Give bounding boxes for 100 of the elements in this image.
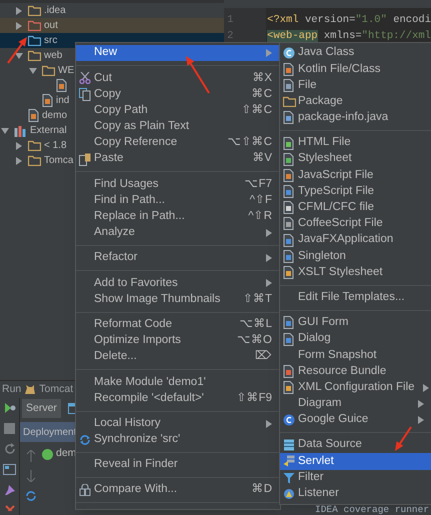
menu-item[interactable]: CoffeeScript File bbox=[280, 216, 431, 232]
tree-item-label[interactable]: src bbox=[44, 36, 58, 46]
shortcut-label: ⌘X bbox=[252, 72, 272, 84]
run-config-label[interactable]: Tomcat bbox=[39, 382, 74, 398]
menu-item[interactable]: Edit File Templates... bbox=[280, 290, 431, 306]
tree-item-label[interactable]: ind bbox=[56, 96, 70, 106]
database-icon bbox=[283, 439, 295, 452]
menu-item[interactable]: GUI Form bbox=[280, 314, 431, 331]
file-icon bbox=[283, 136, 294, 150]
file-icon bbox=[283, 152, 294, 166]
shortcut-label: ⌥⌘O bbox=[237, 335, 272, 347]
tree-item-label[interactable]: .idea bbox=[44, 6, 66, 16]
menu-item[interactable]: Listener bbox=[280, 486, 431, 502]
menu-item[interactable]: Refactor bbox=[76, 250, 280, 266]
menu-item[interactable]: Resource Bundle bbox=[280, 363, 431, 380]
menu-item[interactable]: XML Configuration File bbox=[280, 380, 431, 396]
scissors-icon bbox=[79, 72, 91, 84]
tree-item-label[interactable]: out bbox=[44, 20, 58, 30]
file-icon bbox=[56, 79, 67, 92]
tree-item-label[interactable]: demo bbox=[42, 110, 68, 120]
file-icon bbox=[28, 109, 39, 122]
menu-item[interactable]: Compare With... ⌘D bbox=[76, 482, 280, 498]
tree-item-label[interactable]: External bbox=[30, 126, 67, 136]
menu-item[interactable]: Analyze bbox=[76, 224, 280, 242]
shortcut-label: ⇧⌘F9 bbox=[236, 392, 272, 404]
menu-item[interactable]: JavaScript File bbox=[280, 167, 431, 184]
menu-item[interactable]: Copy Reference ⌥⇧⌘C bbox=[76, 134, 280, 152]
menu-item[interactable]: Find in Path... ^⇧F bbox=[76, 192, 280, 209]
move-down-icon[interactable] bbox=[26, 470, 36, 482]
menu-item[interactable]: TypeScript File bbox=[280, 184, 431, 200]
shortcut-label: ^⇧R bbox=[248, 211, 272, 223]
menu-item[interactable]: package-info.java bbox=[280, 110, 431, 126]
expanded-arrow-icon[interactable] bbox=[1, 126, 9, 134]
menu-item[interactable]: Copy Path ⇧⌘C bbox=[76, 102, 280, 119]
tree-item-label[interactable]: Tomca bbox=[44, 156, 74, 166]
menu-item[interactable]: Dialog bbox=[280, 331, 431, 348]
menu-item[interactable]: Servlet bbox=[280, 453, 431, 470]
menu-item[interactable]: Replace in Path... ^⇧R bbox=[76, 208, 280, 225]
menu-item[interactable]: Optimize Imports ⌥⌘O bbox=[76, 332, 280, 349]
menu-item[interactable]: Kotlin File/Class bbox=[280, 61, 431, 78]
file-icon bbox=[283, 78, 294, 92]
menu-item[interactable]: Copy as Plain Text bbox=[76, 118, 280, 135]
run-icon[interactable] bbox=[4, 402, 16, 414]
menu-item[interactable]: Add to Favorites bbox=[76, 275, 280, 292]
file-icon bbox=[283, 364, 294, 378]
code-line: <web-app xmlns="http://xml bbox=[267, 29, 431, 44]
shortcut-label: ^⇧F bbox=[250, 194, 272, 206]
shortcut-label: ⇧⌘T bbox=[242, 294, 272, 306]
file-icon bbox=[283, 234, 294, 247]
class-icon bbox=[283, 47, 295, 60]
menu-item[interactable]: Paste ⌘V bbox=[76, 151, 280, 168]
menu-item[interactable]: JavaFXApplication bbox=[280, 232, 431, 248]
menu-item[interactable]: File bbox=[280, 77, 431, 94]
menu-item[interactable]: Package bbox=[280, 94, 431, 110]
menu-item[interactable]: Cut ⌘X bbox=[76, 70, 280, 86]
menu-item[interactable]: CFML/CFC file bbox=[280, 200, 431, 216]
clipboard-icon bbox=[79, 152, 91, 166]
console-line: IDEA coverage runner bbox=[315, 505, 430, 515]
menu-item[interactable]: Recompile '<default>' ⇧⌘F9 bbox=[76, 390, 280, 407]
folder-icon bbox=[28, 50, 41, 61]
menu-item[interactable]: Google Guice bbox=[280, 412, 431, 428]
layout-icon[interactable] bbox=[3, 464, 16, 475]
menu-item[interactable]: Diagram bbox=[280, 396, 431, 412]
menu-item[interactable]: Find Usages ⌥F7 bbox=[76, 176, 280, 192]
refresh-icon[interactable] bbox=[25, 490, 37, 502]
menu-item[interactable]: HTML File bbox=[280, 134, 431, 152]
tree-item-label[interactable]: < 1.8 bbox=[44, 140, 67, 150]
panel-title: Run bbox=[2, 382, 22, 397]
menu-item[interactable]: XSLT Stylesheet bbox=[280, 264, 431, 281]
file-icon bbox=[283, 316, 294, 330]
menu-item[interactable]: Copy ⌘C bbox=[76, 86, 280, 103]
shortcut-label: ⌦ bbox=[255, 351, 272, 363]
file-icon bbox=[283, 62, 294, 76]
menu-item[interactable]: Form Snapshot bbox=[280, 347, 431, 364]
menu-item[interactable]: Reformat Code ⌥⌘L bbox=[76, 316, 280, 333]
menu-item[interactable]: Delete... ⌦ bbox=[76, 349, 280, 366]
menu-item[interactable]: Java Class bbox=[280, 45, 431, 62]
excluded-tree-row[interactable]: out bbox=[0, 18, 224, 33]
pin-icon[interactable] bbox=[4, 484, 16, 496]
menu-item[interactable]: Show Image Thumbnails ⇧⌘T bbox=[76, 291, 280, 308]
menu-item[interactable]: Stylesheet bbox=[280, 151, 431, 168]
filter-icon bbox=[283, 472, 295, 484]
file-icon bbox=[283, 185, 294, 198]
tree-item-label[interactable]: web bbox=[44, 50, 62, 60]
rerun-icon[interactable] bbox=[4, 443, 16, 455]
menu-item[interactable]: Reveal in Finder bbox=[76, 456, 280, 474]
shortcut-label: ⌘D bbox=[252, 484, 272, 496]
tree-item-label[interactable]: WE bbox=[58, 66, 74, 76]
shortcut-label: ⌘V bbox=[252, 153, 272, 165]
menu-item[interactable]: New bbox=[76, 45, 280, 62]
panel-tab[interactable]: Server bbox=[22, 399, 61, 418]
file-icon bbox=[283, 332, 294, 346]
menu-item[interactable]: Singleton bbox=[280, 248, 431, 264]
move-up-icon[interactable] bbox=[26, 450, 36, 462]
menu-item[interactable]: Data Source bbox=[280, 437, 431, 454]
menu-item[interactable]: Make Module 'demo1' bbox=[76, 374, 280, 390]
menu-item[interactable]: Filter bbox=[280, 470, 431, 486]
file-icon bbox=[283, 250, 294, 263]
file-icon bbox=[283, 217, 294, 230]
shortcut-label: ⌥F7 bbox=[244, 178, 272, 190]
